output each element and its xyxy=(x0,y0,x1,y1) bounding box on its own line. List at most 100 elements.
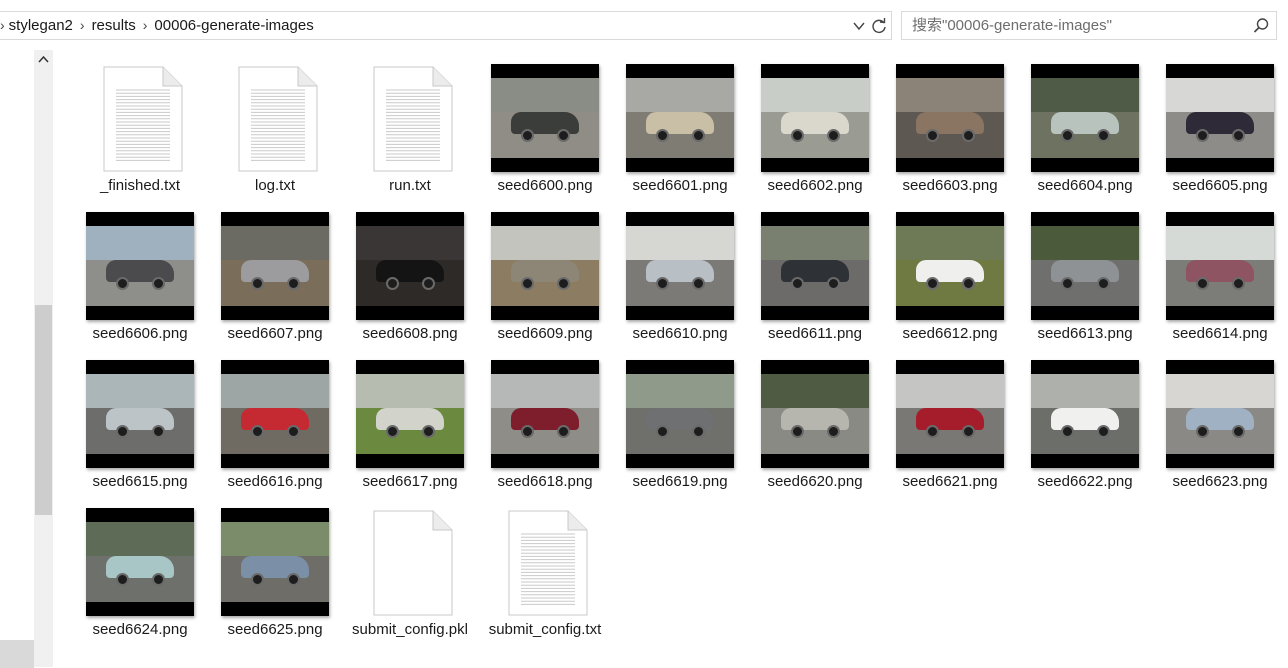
car-photo xyxy=(626,226,734,306)
file-icon xyxy=(373,510,453,616)
file-name-label: seed6617.png xyxy=(362,473,458,490)
image-thumbnail xyxy=(221,508,329,616)
file-item-seed6607-png[interactable]: seed6607.png xyxy=(212,198,338,342)
file-item-seed6616-png[interactable]: seed6616.png xyxy=(212,346,338,490)
file-name-label: seed6618.png xyxy=(497,473,593,490)
file-item-seed6621-png[interactable]: seed6621.png xyxy=(887,346,1013,490)
image-thumbnail xyxy=(1031,64,1139,172)
car-photo xyxy=(1166,226,1274,306)
car-shape xyxy=(1186,112,1254,134)
car-photo xyxy=(761,226,869,306)
car-photo xyxy=(86,226,194,306)
file-item-seed6606-png[interactable]: seed6606.png xyxy=(77,198,203,342)
car-photo xyxy=(221,374,329,454)
file-item-seed6622-png[interactable]: seed6622.png xyxy=(1022,346,1148,490)
file-name-label: seed6600.png xyxy=(497,177,593,194)
file-name-label: seed6609.png xyxy=(497,325,593,342)
car-shape xyxy=(1051,112,1119,134)
car-photo xyxy=(221,226,329,306)
file-item-seed6603-png[interactable]: seed6603.png xyxy=(887,50,1013,194)
file-item-submit-config-pkl[interactable]: submit_config.pkl xyxy=(347,494,473,638)
car-photo xyxy=(626,78,734,158)
file-name-label: seed6613.png xyxy=(1037,325,1133,342)
car-shape xyxy=(376,408,444,430)
car-shape xyxy=(646,112,714,134)
file-item-seed6615-png[interactable]: seed6615.png xyxy=(77,346,203,490)
file-grid: _finished.txt log.txt run.txt seed6600.p… xyxy=(0,0,1288,667)
file-item-log-txt[interactable]: log.txt xyxy=(212,50,338,194)
text-file-icon xyxy=(238,66,318,172)
file-name-label: seed6616.png xyxy=(227,473,323,490)
car-shape xyxy=(511,260,579,282)
file-item-seed6605-png[interactable]: seed6605.png xyxy=(1157,50,1283,194)
car-shape xyxy=(1051,408,1119,430)
image-thumbnail xyxy=(761,212,869,320)
image-thumbnail xyxy=(86,360,194,468)
car-photo xyxy=(896,226,1004,306)
file-name-label: seed6607.png xyxy=(227,325,323,342)
file-item-seed6614-png[interactable]: seed6614.png xyxy=(1157,198,1283,342)
image-thumbnail xyxy=(761,360,869,468)
file-item-run-txt[interactable]: run.txt xyxy=(347,50,473,194)
file-item-submit-config-txt[interactable]: submit_config.txt xyxy=(482,494,608,638)
file-item-seed6609-png[interactable]: seed6609.png xyxy=(482,198,608,342)
file-item-seed6624-png[interactable]: seed6624.png xyxy=(77,494,203,638)
file-name-label: seed6605.png xyxy=(1172,177,1268,194)
file-item-seed6602-png[interactable]: seed6602.png xyxy=(752,50,878,194)
car-photo xyxy=(896,374,1004,454)
car-shape xyxy=(241,260,309,282)
car-photo xyxy=(491,226,599,306)
file-item-seed6611-png[interactable]: seed6611.png xyxy=(752,198,878,342)
file-item-seed6610-png[interactable]: seed6610.png xyxy=(617,198,743,342)
image-thumbnail xyxy=(86,508,194,616)
file-name-label: seed6606.png xyxy=(92,325,188,342)
image-thumbnail xyxy=(1166,360,1274,468)
car-photo xyxy=(356,374,464,454)
file-item-seed6601-png[interactable]: seed6601.png xyxy=(617,50,743,194)
image-thumbnail xyxy=(1031,360,1139,468)
car-shape xyxy=(1051,260,1119,282)
image-thumbnail xyxy=(1031,212,1139,320)
image-thumbnail xyxy=(491,64,599,172)
file-item-seed6617-png[interactable]: seed6617.png xyxy=(347,346,473,490)
car-shape xyxy=(916,408,984,430)
file-item-seed6613-png[interactable]: seed6613.png xyxy=(1022,198,1148,342)
text-file-icon xyxy=(103,66,183,172)
car-shape xyxy=(106,260,174,282)
file-name-label: _finished.txt xyxy=(99,177,181,194)
file-name-label: seed6612.png xyxy=(902,325,998,342)
text-file-icon xyxy=(508,510,588,616)
file-name-label: seed6601.png xyxy=(632,177,728,194)
car-photo xyxy=(221,522,329,602)
car-photo xyxy=(86,522,194,602)
file-name-label: submit_config.txt xyxy=(488,621,602,638)
file-item-seed6620-png[interactable]: seed6620.png xyxy=(752,346,878,490)
car-shape xyxy=(646,408,714,430)
car-shape xyxy=(781,112,849,134)
file-item-seed6623-png[interactable]: seed6623.png xyxy=(1157,346,1283,490)
file-name-label: seed6608.png xyxy=(362,325,458,342)
file-item-seed6608-png[interactable]: seed6608.png xyxy=(347,198,473,342)
car-photo xyxy=(491,374,599,454)
file-item-seed6612-png[interactable]: seed6612.png xyxy=(887,198,1013,342)
car-shape xyxy=(916,260,984,282)
text-file-icon xyxy=(373,66,453,172)
car-photo xyxy=(1031,226,1139,306)
car-photo xyxy=(86,374,194,454)
car-photo xyxy=(1031,78,1139,158)
image-thumbnail xyxy=(491,360,599,468)
file-item-seed6619-png[interactable]: seed6619.png xyxy=(617,346,743,490)
car-photo xyxy=(356,226,464,306)
file-item-seed6600-png[interactable]: seed6600.png xyxy=(482,50,608,194)
image-thumbnail xyxy=(896,64,1004,172)
file-item-seed6604-png[interactable]: seed6604.png xyxy=(1022,50,1148,194)
file-item-seed6625-png[interactable]: seed6625.png xyxy=(212,494,338,638)
image-thumbnail xyxy=(491,212,599,320)
file-name-label: seed6622.png xyxy=(1037,473,1133,490)
car-shape xyxy=(241,556,309,578)
image-thumbnail xyxy=(86,212,194,320)
car-photo xyxy=(491,78,599,158)
car-shape xyxy=(1186,408,1254,430)
file-item-seed6618-png[interactable]: seed6618.png xyxy=(482,346,608,490)
file-item--finished-txt[interactable]: _finished.txt xyxy=(77,50,203,194)
